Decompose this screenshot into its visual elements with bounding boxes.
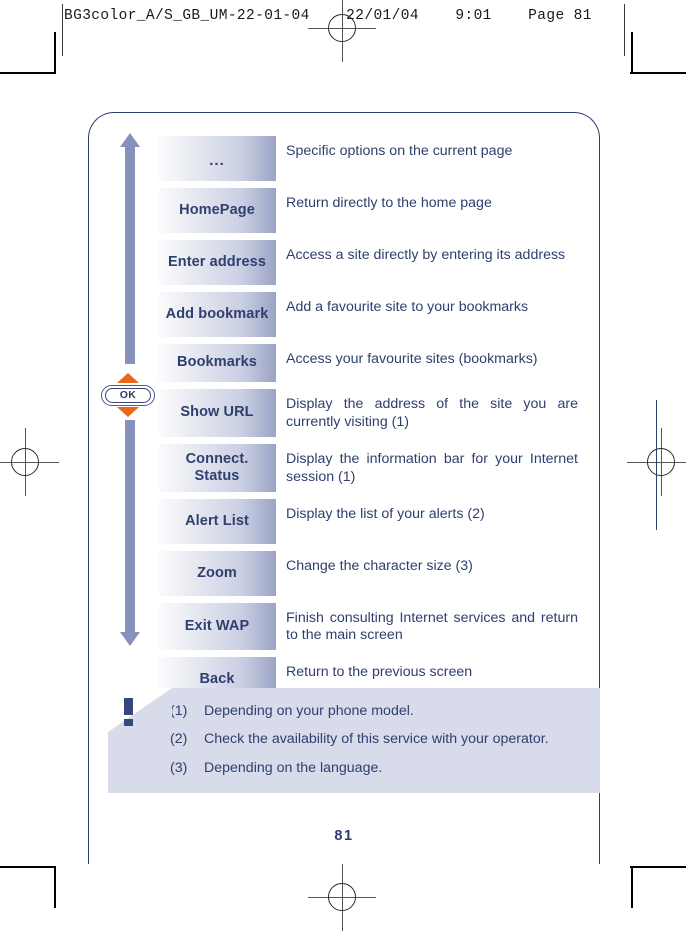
- crop-mark-bottom-right-v: [631, 868, 633, 908]
- arrow-down-icon: [120, 632, 140, 646]
- menu-key-label: ...: [158, 136, 276, 181]
- menu-row[interactable]: Show URL Display the address of the site…: [158, 389, 578, 437]
- menu-description: Finish consulting Internet services and …: [286, 609, 578, 644]
- reg-ring: [328, 14, 356, 42]
- footnote-text: Depending on your phone model.: [204, 703, 414, 719]
- menu-row[interactable]: Enter address Access a site directly by …: [158, 240, 578, 285]
- exclamation-dot: [124, 719, 133, 726]
- reg-ring: [328, 883, 356, 911]
- menu-description: Add a favourite site to your bookmarks: [286, 299, 529, 315]
- spine-rule-right: [656, 400, 657, 530]
- footnote-item: (2) Check the availability of this servi…: [170, 730, 582, 748]
- menu-row[interactable]: Alert List Display the list of your aler…: [158, 498, 578, 544]
- page-number: 81: [334, 828, 354, 844]
- menu-key-label: Bookmarks: [158, 344, 276, 382]
- wap-options-menu-table: ... Specific options on the current page…: [158, 136, 578, 709]
- arrow-down-shaft: [125, 420, 135, 632]
- crop-mark-top-right-h: [630, 72, 686, 74]
- menu-description: Change the character size (3): [286, 557, 473, 574]
- reg-ring: [647, 448, 675, 476]
- menu-key-label: Add bookmark: [158, 292, 276, 337]
- print-header-text: BG3color_A/S_GB_UM-22-01-04 22/01/04 9:0…: [64, 8, 592, 24]
- triangle-up-icon: [117, 373, 139, 383]
- exclamation-stem: [124, 698, 133, 715]
- menu-key-label: Exit WAP: [158, 602, 276, 651]
- header-rule-right: [624, 4, 625, 56]
- menu-description: Access a site directly by entering its a…: [286, 247, 566, 263]
- menu-row[interactable]: Zoom Change the character size (3): [158, 550, 578, 596]
- menu-row[interactable]: ... Specific options on the current page: [158, 136, 578, 181]
- menu-row[interactable]: Add bookmark Add a favourite site to you…: [158, 292, 578, 337]
- menu-description: Return directly to the home page: [286, 195, 492, 211]
- footnotes-corner-notch: [108, 688, 172, 732]
- footnote-text: Depending on the language.: [204, 759, 383, 776]
- reg-ring: [11, 448, 39, 476]
- footnote-number: (3): [170, 759, 188, 776]
- crop-mark-bottom-right-h: [630, 866, 686, 868]
- menu-description: Display the address of the site you are …: [286, 396, 578, 430]
- footnote-item: (3) Depending on the language.: [170, 759, 582, 777]
- footnote-number: (1): [170, 703, 188, 719]
- menu-description: Access your favourite sites (bookmarks): [286, 351, 538, 367]
- menu-key-label: Enter address: [158, 240, 276, 285]
- menu-description: Specific options on the current page: [286, 143, 513, 159]
- crop-mark-top-left-h: [0, 72, 56, 74]
- menu-key-label: HomePage: [158, 188, 276, 233]
- exclamation-mark-icon: [124, 698, 133, 726]
- menu-key-label: Zoom: [158, 550, 276, 596]
- footnote-item: (1) Depending on your phone model.: [170, 702, 582, 720]
- footnotes-box: (1) Depending on your phone model. (2) C…: [108, 688, 600, 794]
- crop-mark-top-left-v: [54, 32, 56, 72]
- menu-description: Display the list of your alerts (2): [286, 505, 485, 522]
- crop-mark-bottom-left-v: [54, 868, 56, 908]
- menu-row[interactable]: Bookmarks Access your favourite sites (b…: [158, 344, 578, 382]
- menu-row[interactable]: Connect. Status Display the information …: [158, 443, 578, 492]
- menu-key-label: Connect. Status: [158, 443, 276, 492]
- header-rule-left: [62, 4, 63, 56]
- footnote-number: (2): [170, 731, 188, 748]
- crop-mark-top-right-v: [631, 32, 633, 72]
- footnote-text: Check the availability of this service w…: [204, 731, 549, 748]
- ok-key-label: OK: [119, 389, 137, 401]
- triangle-down-icon: [117, 407, 139, 417]
- ok-key[interactable]: OK: [100, 372, 156, 418]
- crop-mark-bottom-left-h: [0, 866, 56, 868]
- menu-description: Display the information bar for your Int…: [286, 450, 578, 485]
- menu-row[interactable]: Exit WAP Finish consulting Internet serv…: [158, 602, 578, 651]
- menu-row[interactable]: HomePage Return directly to the home pag…: [158, 188, 578, 233]
- menu-key-label: Alert List: [158, 498, 276, 544]
- menu-key-label: Show URL: [158, 389, 276, 437]
